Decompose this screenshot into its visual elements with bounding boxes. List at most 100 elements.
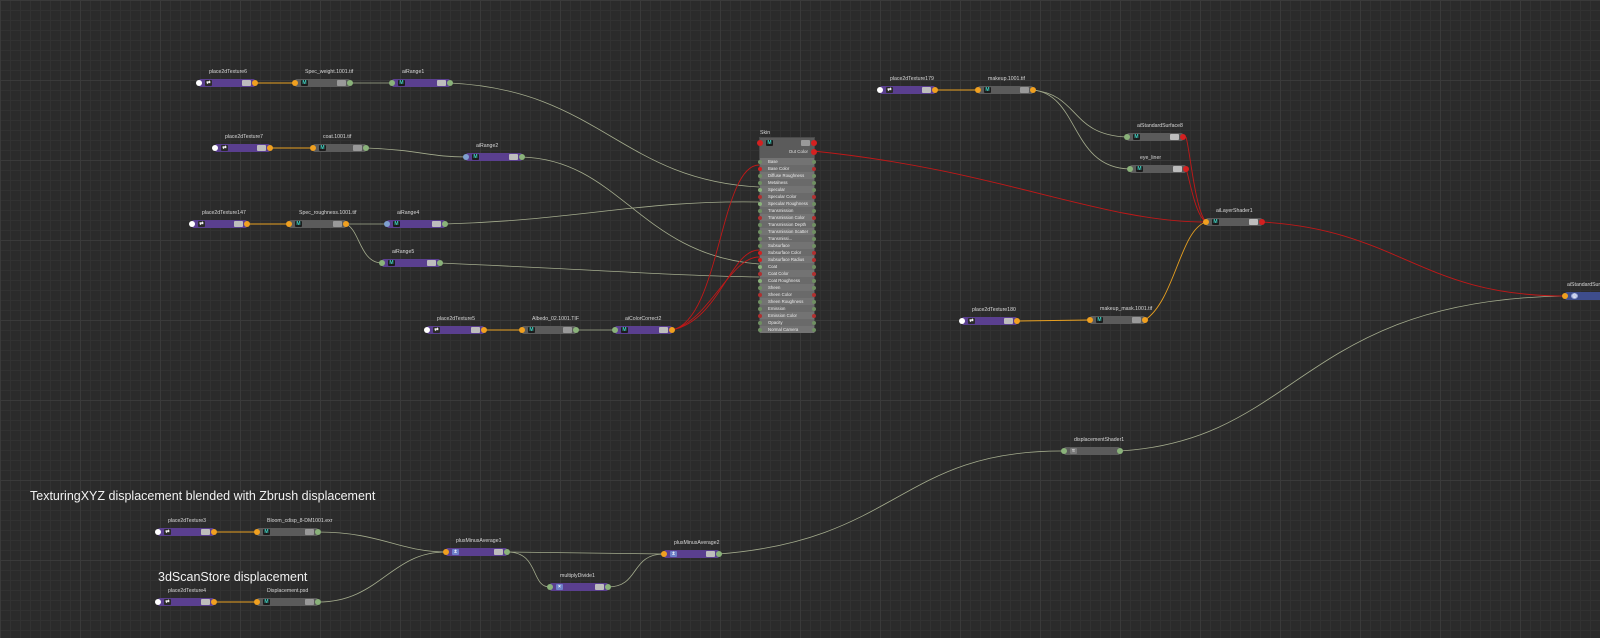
shader-attribute-row[interactable]: Coat Color <box>758 270 816 277</box>
input-port[interactable] <box>463 154 469 160</box>
shader-attribute-row[interactable]: Opacity <box>758 319 816 326</box>
input-port[interactable] <box>254 529 260 535</box>
attribute-output-port[interactable] <box>812 174 816 178</box>
attribute-output-port[interactable] <box>812 314 816 318</box>
input-port[interactable] <box>1124 134 1130 140</box>
attribute-output-port[interactable] <box>812 279 816 283</box>
attribute-input-port[interactable] <box>758 328 762 332</box>
input-port[interactable] <box>1087 317 1093 323</box>
input-port[interactable] <box>443 549 449 555</box>
attribute-output-port[interactable] <box>812 258 816 262</box>
input-port[interactable] <box>1127 166 1133 172</box>
attribute-input-port[interactable] <box>758 293 762 297</box>
shader-attribute-row[interactable]: Emission <box>758 305 816 312</box>
output-port[interactable] <box>211 599 217 605</box>
attribute-output-port[interactable] <box>812 202 816 206</box>
input-port[interactable] <box>196 80 202 86</box>
shader-attribute-row[interactable]: Transmission Depth <box>758 221 816 228</box>
attribute-input-port[interactable] <box>758 244 762 248</box>
input-port[interactable] <box>612 327 618 333</box>
output-port[interactable] <box>519 154 525 160</box>
ai-standard-surface-node[interactable]: aiStandardSurface8 M <box>1124 123 1186 141</box>
attribute-input-port[interactable] <box>758 167 762 171</box>
input-port[interactable] <box>424 327 430 333</box>
attribute-input-port[interactable] <box>758 237 762 241</box>
attribute-input-port[interactable] <box>758 307 762 311</box>
input-port[interactable] <box>757 140 763 146</box>
input-port[interactable] <box>389 80 395 86</box>
file-texture-node[interactable]: coat.1001.tif M <box>310 134 369 152</box>
shader-attribute-row[interactable]: Normal Camera <box>758 326 816 333</box>
file-texture-node[interactable]: Albedo_02.1001.TIF M <box>519 316 579 334</box>
shader-attribute-row[interactable]: Subsurface <box>758 242 816 249</box>
output-port[interactable] <box>244 221 250 227</box>
attribute-input-port[interactable] <box>758 160 762 164</box>
shader-attribute-row[interactable]: Specular <box>758 186 816 193</box>
place2d-texture-node[interactable]: place2dTexture147 ⇄ <box>189 210 250 228</box>
output-port[interactable] <box>267 145 273 151</box>
output-port[interactable] <box>315 599 321 605</box>
output-port[interactable] <box>252 80 258 86</box>
attribute-input-port[interactable] <box>758 209 762 213</box>
input-port[interactable] <box>547 584 553 590</box>
output-port[interactable] <box>811 140 817 146</box>
output-port[interactable] <box>1183 166 1189 172</box>
displacement-shader-node[interactable]: displacementShader1 ≈ <box>1061 437 1124 455</box>
attribute-output-port[interactable] <box>812 181 816 185</box>
shader-attribute-row[interactable]: Transmission <box>758 207 816 214</box>
output-port[interactable] <box>315 529 321 535</box>
output-port[interactable] <box>716 551 722 557</box>
attribute-input-port[interactable] <box>758 265 762 269</box>
shader-attribute-row[interactable]: Subsurface Color <box>758 249 816 256</box>
place2d-texture-node[interactable]: place2dTexture7 ⇄ <box>212 134 273 152</box>
attribute-input-port[interactable] <box>758 195 762 199</box>
shader-attribute-row[interactable]: Transmission Scatter <box>758 228 816 235</box>
output-port[interactable] <box>932 87 938 93</box>
shader-attribute-row[interactable]: Transmissi... Roughness <box>758 235 816 248</box>
attribute-input-port[interactable] <box>758 174 762 178</box>
file-texture-node[interactable]: Spec_roughness.1001.tif M <box>286 210 356 228</box>
output-port[interactable] <box>211 529 217 535</box>
attribute-input-port[interactable] <box>758 230 762 234</box>
output-port[interactable] <box>669 327 675 333</box>
input-port[interactable] <box>310 145 316 151</box>
input-port[interactable] <box>959 318 965 324</box>
shader-attribute-row[interactable]: Base <box>758 158 816 165</box>
attribute-input-port[interactable] <box>758 314 762 318</box>
attribute-output-port[interactable] <box>812 328 816 332</box>
attribute-output-port[interactable] <box>812 160 816 164</box>
attribute-input-port[interactable] <box>758 258 762 262</box>
plus-minus-average-node[interactable]: plusMinusAverage1 ± <box>443 538 510 556</box>
attribute-input-port[interactable] <box>758 272 762 276</box>
attribute-output-port[interactable] <box>812 167 816 171</box>
place2d-texture-node[interactable]: place2dTexture3 ⇄ <box>155 518 217 536</box>
attribute-input-port[interactable] <box>758 216 762 220</box>
output-port[interactable] <box>573 327 579 333</box>
shader-attribute-row[interactable]: Base Color <box>758 165 816 172</box>
output-port[interactable] <box>1180 134 1186 140</box>
shader-attribute-row[interactable]: Specular Color <box>758 193 816 200</box>
attribute-output-port[interactable] <box>812 237 816 241</box>
place2d-texture-node[interactable]: place2dTexture4 ⇄ <box>155 588 217 606</box>
ai-standard-surface-output-node[interactable]: aiStandardSurfa ◎ <box>1562 282 1600 300</box>
attribute-output-port[interactable] <box>812 223 816 227</box>
attribute-input-port[interactable] <box>758 286 762 290</box>
input-port[interactable] <box>155 599 161 605</box>
file-texture-node[interactable]: makeup.1001.tif M <box>975 76 1036 94</box>
attribute-input-port[interactable] <box>758 223 762 227</box>
output-port[interactable] <box>343 221 349 227</box>
input-port[interactable] <box>379 260 385 266</box>
attribute-input-port[interactable] <box>758 300 762 304</box>
file-texture-node[interactable]: Displacement.psd M <box>254 588 321 606</box>
attribute-output-port[interactable] <box>812 188 816 192</box>
shader-attribute-row[interactable]: Coat <box>758 263 816 270</box>
output-port[interactable] <box>437 260 443 266</box>
ai-range-node[interactable]: aiRange1 M <box>389 69 453 87</box>
shader-attribute-row[interactable]: Subsurface Radius <box>758 256 816 263</box>
ai-range-node[interactable]: aiRange4 M <box>384 210 448 228</box>
shader-attribute-row[interactable]: Diffuse Roughness <box>758 172 816 179</box>
attribute-output-port[interactable] <box>812 321 816 325</box>
output-port[interactable] <box>1142 317 1148 323</box>
shader-attribute-row[interactable]: Sheen <box>758 284 816 291</box>
ai-color-correct-node[interactable]: aiColorCorrect2 M <box>612 316 675 334</box>
